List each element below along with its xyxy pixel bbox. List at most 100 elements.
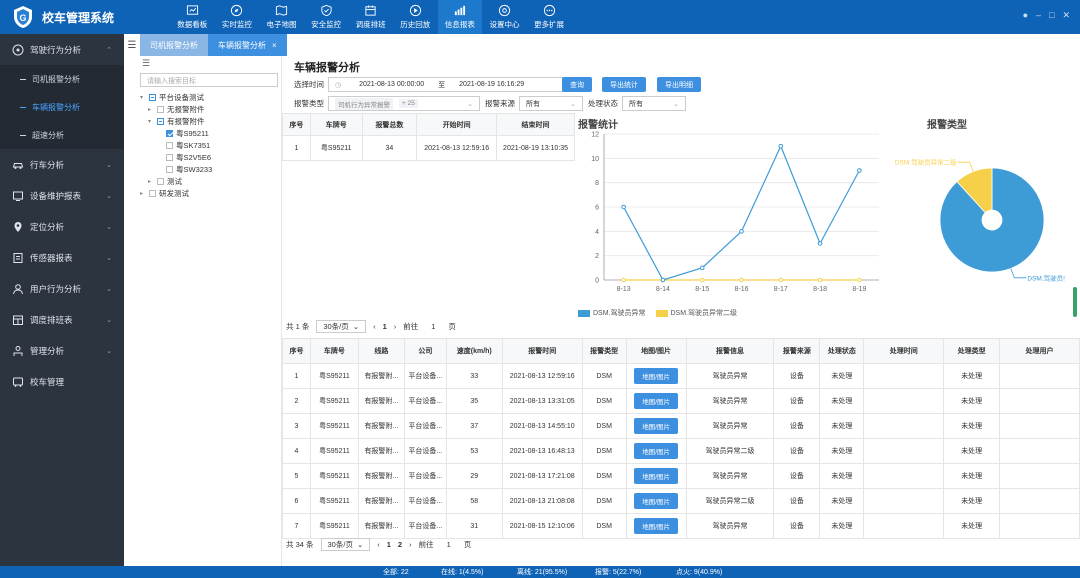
- handle-status-select[interactable]: 所有 ⌄: [622, 96, 686, 111]
- close-icon[interactable]: ✕: [1062, 10, 1070, 21]
- sidebar-sub-driver-alarm[interactable]: 司机报警分析: [0, 65, 124, 93]
- tab-vehicle-alarm[interactable]: 车辆报警分析 ×: [208, 34, 287, 56]
- caret-down-icon[interactable]: ▾: [148, 118, 154, 125]
- tree-checkbox[interactable]: [166, 141, 173, 149]
- page-number[interactable]: 1: [383, 322, 387, 331]
- detail-table-body: 1 粤S95211 有报警附... 平台设备... 33 2021-08-13 12:59…: [282, 363, 1080, 539]
- sidebar-menu-sensor[interactable]: 传感器报表 ⌄: [0, 242, 124, 273]
- caret-down-icon[interactable]: ▾: [140, 94, 146, 101]
- sidebar-menu-driving[interactable]: 驾驶行为分析 ⌃: [0, 34, 124, 65]
- date-range-input[interactable]: ◷ 2021-08-13 00:00:00 至 2021-08-19 16:16…: [328, 77, 584, 92]
- alarm-type-select[interactable]: 司机行为异常报警 + 25 ⌄: [328, 96, 480, 111]
- tree-checkbox[interactable]: [166, 129, 173, 137]
- tree-checkbox[interactable]: [149, 189, 156, 197]
- sidebar-menu-schedule[interactable]: 调度排班表 ⌄: [0, 304, 124, 335]
- top-nav: 数据看板 实时监控 电子地图 安全监控 调度排班 历史回放 信息报表 设置中心: [170, 0, 571, 34]
- tab-driver-alarm[interactable]: 司机报警分析: [140, 34, 208, 56]
- sidebar-sub-vehicle-alarm[interactable]: 车辆报警分析: [0, 93, 124, 121]
- tree-node[interactable]: ▸ 研发测试: [140, 187, 280, 199]
- page-number[interactable]: 2: [398, 540, 402, 549]
- table-row[interactable]: 7 粤S95211 有报警附... 平台设备... 31 2021-08-15 12:10…: [282, 513, 1080, 539]
- table-row[interactable]: 3 粤S95211 有报警附... 平台设备... 37 2021-08-13 14:55…: [282, 413, 1080, 439]
- scroll-handle[interactable]: [1073, 287, 1077, 317]
- collapse-menu-icon[interactable]: ☰: [124, 34, 140, 56]
- next-page-icon[interactable]: ›: [409, 540, 412, 549]
- map-photo-button[interactable]: 地图/图片: [634, 493, 678, 509]
- map-photo-button[interactable]: 地图/图片: [634, 468, 678, 484]
- table-cell: 未处理: [819, 413, 865, 439]
- tree-node[interactable]: 粤S2V5E6: [140, 151, 280, 163]
- restore-icon[interactable]: □: [1049, 10, 1054, 21]
- tree-node[interactable]: 粤SW3233: [140, 163, 280, 175]
- list-icon[interactable]: ☰: [142, 58, 150, 69]
- legend-item[interactable]: DSM.驾驶员异常二级: [655, 308, 737, 318]
- sidebar-menu-user[interactable]: 用户行为分析 ⌄: [0, 273, 124, 304]
- nav-settings[interactable]: 设置中心: [482, 0, 527, 34]
- nav-security[interactable]: 安全监控: [304, 0, 349, 34]
- export-detail-button[interactable]: 导出明细: [657, 77, 701, 92]
- query-button[interactable]: 查询: [562, 77, 592, 92]
- user-icon[interactable]: ●: [1023, 10, 1028, 21]
- tree-node[interactable]: ▾ 有报警附件: [140, 115, 280, 127]
- tree-checkbox[interactable]: [166, 153, 173, 161]
- table-row[interactable]: 1 粤S95211 有报警附... 平台设备... 33 2021-08-13 12:59…: [282, 363, 1080, 389]
- nav-report[interactable]: 信息报表: [437, 0, 483, 34]
- tree-checkbox[interactable]: [166, 165, 173, 173]
- table-row[interactable]: 5 粤S95211 有报警附... 平台设备... 29 2021-08-13 17:21…: [282, 463, 1080, 489]
- map-photo-button[interactable]: 地图/图片: [634, 418, 678, 434]
- sidebar-menu-location[interactable]: 定位分析 ⌄: [0, 211, 124, 242]
- page-size-select[interactable]: 30条/页 ⌄: [320, 538, 371, 551]
- alarm-source-select[interactable]: 所有 ⌄: [519, 96, 583, 111]
- tree-checkbox[interactable]: [157, 117, 164, 125]
- sidebar-menu-bus[interactable]: 校车管理: [0, 366, 124, 397]
- nav-dashboard[interactable]: 数据看板: [170, 0, 215, 34]
- page-number[interactable]: 1: [387, 540, 391, 549]
- table-row[interactable]: 4 粤S95211 有报警附... 平台设备... 53 2021-08-13 16:48…: [282, 438, 1080, 464]
- table-cell: 设备: [773, 363, 821, 389]
- next-page-icon[interactable]: ›: [394, 322, 397, 331]
- prev-page-icon[interactable]: ‹: [373, 322, 376, 331]
- table-row[interactable]: 1 粤S95211 34 2021-08-13 12:59:16 2021-08…: [282, 135, 575, 161]
- table-cell: 有报警附...: [357, 363, 405, 389]
- report-icon: [455, 5, 466, 16]
- map-photo-button[interactable]: 地图/图片: [634, 518, 678, 534]
- table-row[interactable]: 6 粤S95211 有报警附... 平台设备... 58 2021-08-13 21:08…: [282, 488, 1080, 514]
- tree-node[interactable]: ▾ 平台设备测试: [140, 91, 280, 103]
- tree-node[interactable]: 粤S95211: [140, 127, 280, 139]
- prev-page-icon[interactable]: ‹: [377, 540, 380, 549]
- detail-pager: 共 34 条 30条/页 ⌄ ‹ 1 2 › 前往 1 页: [286, 538, 471, 551]
- goto-input[interactable]: 1: [425, 322, 441, 331]
- tree-node[interactable]: ▸ 无报警附件: [140, 103, 280, 115]
- map-photo-button[interactable]: 地图/图片: [634, 393, 678, 409]
- tab-close-icon[interactable]: ×: [272, 41, 277, 50]
- tree-checkbox[interactable]: [149, 93, 156, 101]
- sidebar-menu-driving-analysis[interactable]: 行车分析 ⌄: [0, 149, 124, 180]
- table-cell: 1: [282, 363, 311, 389]
- nav-replay[interactable]: 历史回放: [393, 0, 438, 34]
- goto-input[interactable]: 1: [441, 540, 457, 549]
- tree-checkbox[interactable]: [157, 105, 164, 113]
- legend-item[interactable]: DSM.驾驶员异常: [578, 308, 646, 318]
- nav-map[interactable]: 电子地图: [259, 0, 304, 34]
- nav-label: 数据看板: [177, 20, 208, 29]
- sidebar-menu-device[interactable]: 设备维护报表 ⌄: [0, 180, 124, 211]
- table-cell: 2021-08-13 12:59:16: [416, 135, 498, 161]
- page-size-select[interactable]: 30条/页 ⌄: [316, 320, 367, 333]
- caret-right-icon[interactable]: ▸: [140, 190, 146, 197]
- tree-node[interactable]: 粤SK7351: [140, 139, 280, 151]
- export-stats-button[interactable]: 导出统计: [602, 77, 646, 92]
- caret-right-icon[interactable]: ▸: [148, 106, 154, 113]
- nav-schedule[interactable]: 调度排班: [348, 0, 393, 34]
- nav-realtime[interactable]: 实时监控: [215, 0, 260, 34]
- minimize-icon[interactable]: –: [1036, 10, 1041, 21]
- sidebar-sub-speeding[interactable]: 超速分析: [0, 121, 124, 149]
- table-row[interactable]: 2 粤S95211 有报警附... 平台设备... 35 2021-08-13 13:31…: [282, 388, 1080, 414]
- sidebar-menu-manage[interactable]: 管理分析 ⌄: [0, 335, 124, 366]
- nav-more[interactable]: 更多扩展: [527, 0, 572, 34]
- map-photo-button[interactable]: 地图/图片: [634, 443, 678, 459]
- tree-search-input[interactable]: 请输入搜索目标: [140, 73, 278, 87]
- map-photo-button[interactable]: 地图/图片: [634, 368, 678, 384]
- tree-node[interactable]: ▸ 测试: [140, 175, 280, 187]
- caret-right-icon[interactable]: ▸: [148, 178, 154, 185]
- tree-checkbox[interactable]: [157, 177, 164, 185]
